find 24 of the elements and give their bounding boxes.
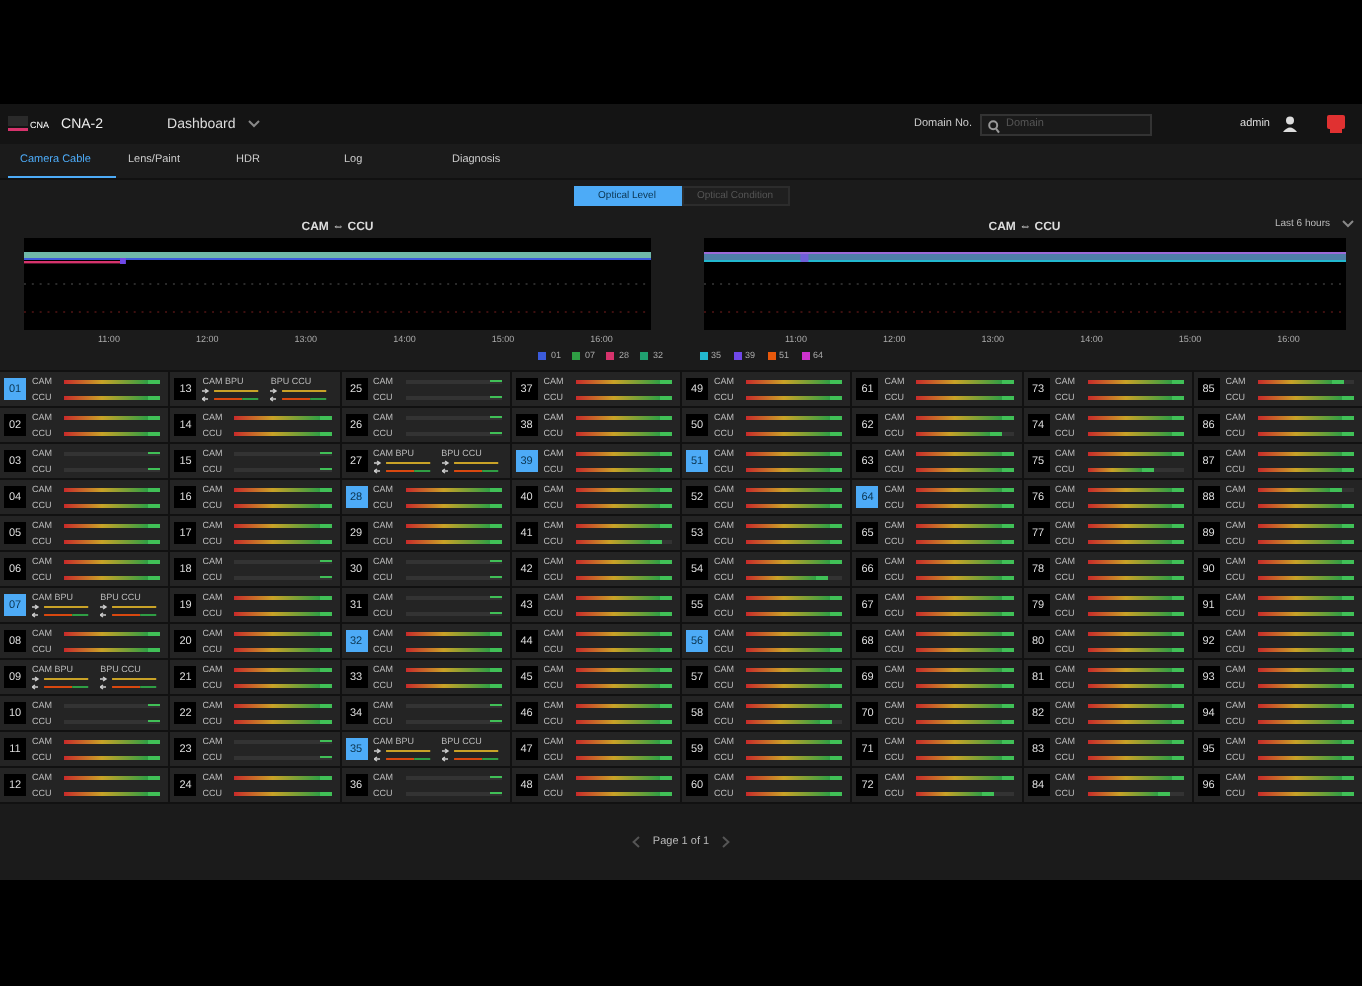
signal-drawing <box>32 604 93 618</box>
level-dash <box>319 451 331 454</box>
user-icon[interactable] <box>1282 116 1298 132</box>
level-dash <box>319 739 331 742</box>
level-dash <box>319 467 331 470</box>
notification-icon[interactable] <box>1326 114 1346 134</box>
signal-drawing <box>373 460 434 474</box>
signal-drawing <box>441 748 502 762</box>
signal-drawing <box>270 388 331 402</box>
signal-drawing <box>441 460 502 474</box>
logo-icon <box>8 116 28 132</box>
level-dash <box>319 575 331 578</box>
signal-drawing <box>100 604 161 618</box>
caret-icon <box>247 120 260 128</box>
previous-page-icon[interactable] <box>632 836 641 848</box>
signal-drawing <box>100 676 161 690</box>
search-icon <box>988 119 1001 133</box>
next-page-icon[interactable] <box>721 836 730 848</box>
signal-drawing <box>202 388 263 402</box>
signal-drawing <box>32 676 93 690</box>
level-dash <box>319 559 331 562</box>
level-dash <box>319 755 331 758</box>
signal-drawing <box>373 748 434 762</box>
caret-icon <box>1342 220 1354 228</box>
